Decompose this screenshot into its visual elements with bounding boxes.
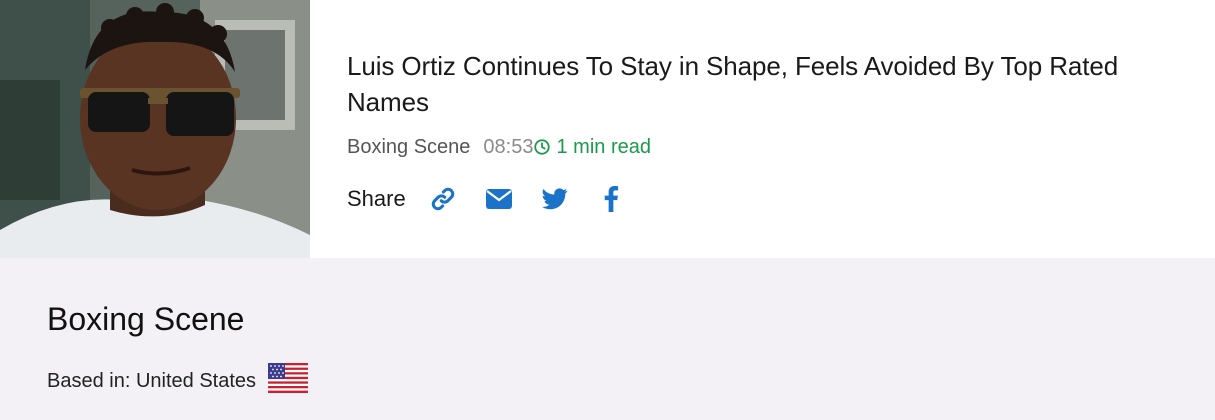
read-time-label: 1 min read <box>556 135 651 158</box>
twitter-icon <box>541 188 568 210</box>
share-label: Share <box>347 186 406 211</box>
based-in-label: Based in: United States <box>47 369 257 392</box>
article-content: Luis Ortiz Continues To Stay in Shape, F… <box>347 48 1197 216</box>
article-source[interactable]: Boxing Scene <box>347 136 470 159</box>
facebook-share-button[interactable] <box>596 184 626 214</box>
link-icon <box>431 187 454 211</box>
copy-link-button[interactable] <box>428 184 458 214</box>
share-bar: Share <box>347 182 1197 216</box>
us-flag-icon <box>268 363 309 399</box>
read-time: 1 min read <box>533 136 651 159</box>
twitter-share-button[interactable] <box>540 184 570 214</box>
article-card[interactable]: Luis Ortiz Continues To Stay in Shape, F… <box>0 0 1215 258</box>
article-thumbnail[interactable] <box>0 0 310 258</box>
envelope-icon <box>485 189 512 209</box>
source-name[interactable]: Boxing Scene <box>47 300 244 338</box>
article-time: 08:53 <box>483 135 534 158</box>
source-location: Based in: United States <box>47 363 309 399</box>
clock-icon <box>534 139 551 155</box>
email-share-button[interactable] <box>484 184 514 214</box>
facebook-icon <box>604 186 618 212</box>
article-headline[interactable]: Luis Ortiz Continues To Stay in Shape, F… <box>347 48 1197 120</box>
article-meta: Boxing Scene 08:53 1 min read <box>347 134 1197 160</box>
